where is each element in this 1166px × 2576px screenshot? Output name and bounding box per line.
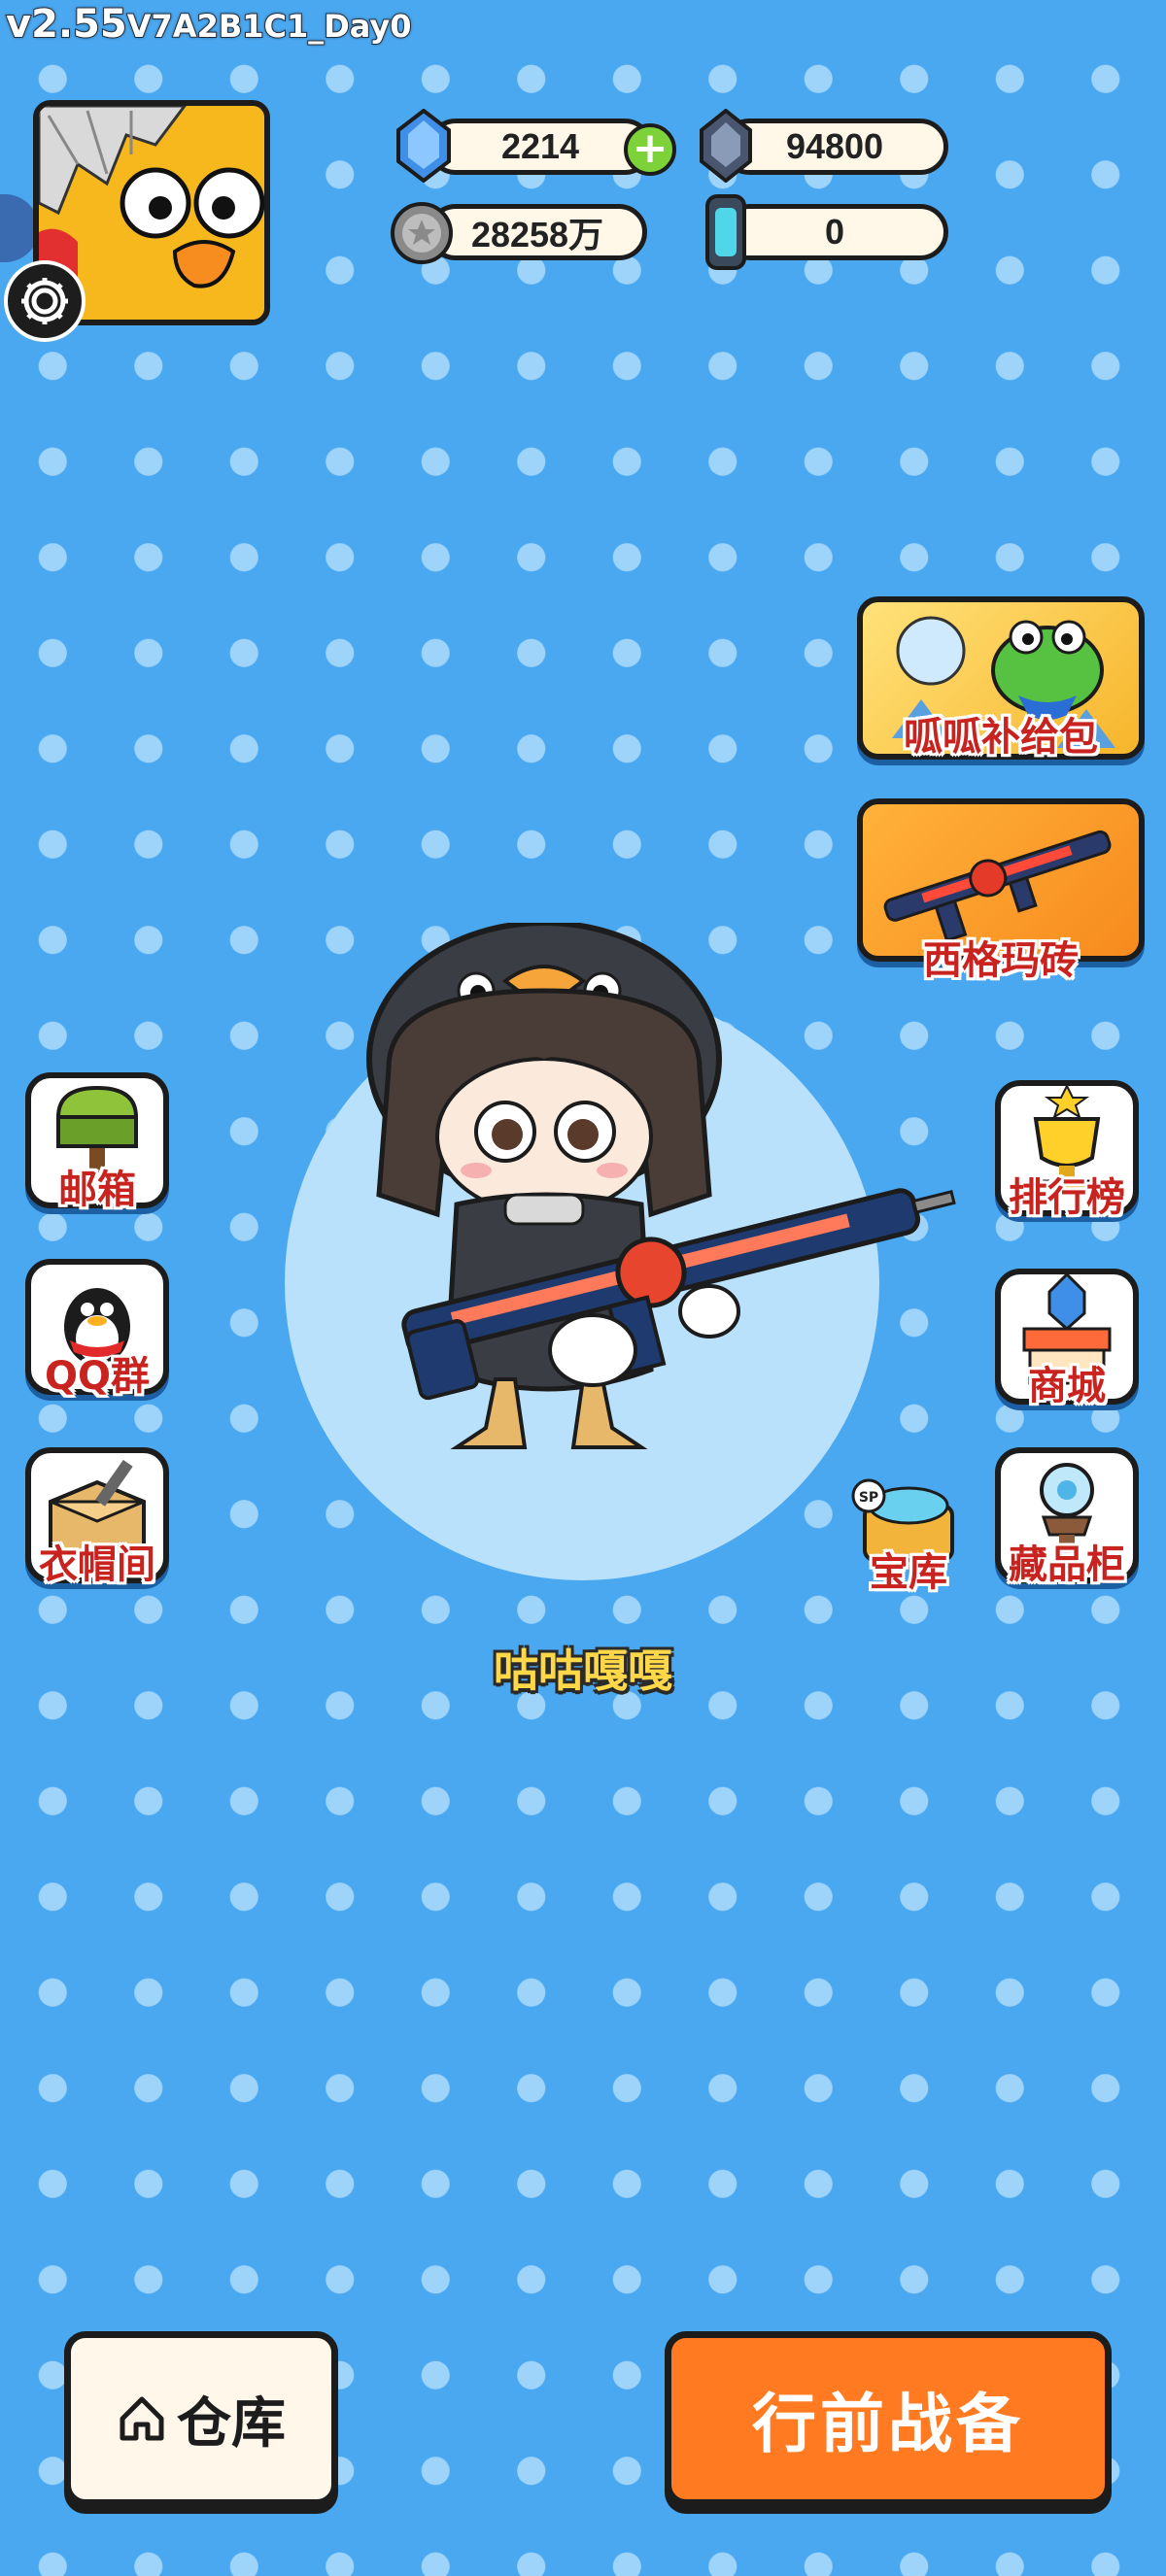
crystal-counter: 94800 bbox=[721, 119, 948, 175]
settings-button[interactable] bbox=[4, 260, 86, 342]
shop-button[interactable]: 商城 bbox=[995, 1269, 1139, 1408]
silver-coin-icon bbox=[391, 202, 453, 264]
collection-cabinet-button[interactable]: 藏品柜 bbox=[995, 1447, 1139, 1587]
shop-label: 商城 bbox=[1028, 1364, 1106, 1408]
dark-crystal-icon bbox=[700, 109, 752, 183]
capsule-icon bbox=[705, 194, 746, 270]
leaderboard-label: 排行榜 bbox=[1009, 1175, 1125, 1220]
leaderboard-button[interactable]: 排行榜 bbox=[995, 1080, 1139, 1220]
supply-pack-banner[interactable]: 呱呱补给包 bbox=[857, 596, 1145, 760]
warehouse-button[interactable]: 仓库 bbox=[64, 2331, 338, 2506]
version-build: V7A2B1C1_Day0 bbox=[126, 7, 413, 46]
version-number: v2.55 bbox=[5, 1, 128, 48]
gear-icon bbox=[21, 278, 68, 324]
ticket-value: 0 bbox=[824, 212, 845, 252]
battle-prep-label: 行前战备 bbox=[752, 2387, 1024, 2461]
crystal-value: 94800 bbox=[785, 126, 884, 166]
add-diamond-button[interactable]: + bbox=[624, 123, 676, 176]
blue-diamond-icon bbox=[396, 109, 451, 183]
home-icon bbox=[120, 2396, 164, 2441]
wardrobe-button[interactable]: 衣帽间 bbox=[25, 1447, 169, 1587]
coin-counter: 28258万 bbox=[428, 204, 647, 260]
diamond-value: 2214 bbox=[500, 126, 580, 166]
qq-group-label: QQ群 bbox=[44, 1354, 150, 1399]
character-sprite[interactable] bbox=[360, 923, 962, 1506]
qq-group-button[interactable]: QQ群 bbox=[25, 1259, 169, 1399]
mailbox-label: 邮箱 bbox=[58, 1168, 136, 1212]
mailbox-button[interactable]: 邮箱 bbox=[25, 1072, 169, 1212]
wardrobe-label: 衣帽间 bbox=[39, 1542, 155, 1587]
collection-cabinet-label: 藏品柜 bbox=[1009, 1542, 1125, 1587]
ticket-counter: 0 bbox=[721, 204, 948, 260]
battle-prep-button[interactable]: 行前战备 bbox=[665, 2331, 1112, 2506]
supply-pack-label: 呱呱补给包 bbox=[904, 715, 1098, 760]
vault-label: 宝库 bbox=[870, 1550, 947, 1595]
coin-value: 28258万 bbox=[470, 215, 604, 254]
diamond-counter: 2214 bbox=[428, 119, 653, 175]
warehouse-label: 仓库 bbox=[177, 2391, 286, 2456]
character-name: 咕咕嘎嘎 bbox=[494, 1644, 672, 1697]
version-label: v2.55V7A2B1C1_Day0 bbox=[5, 1, 413, 48]
